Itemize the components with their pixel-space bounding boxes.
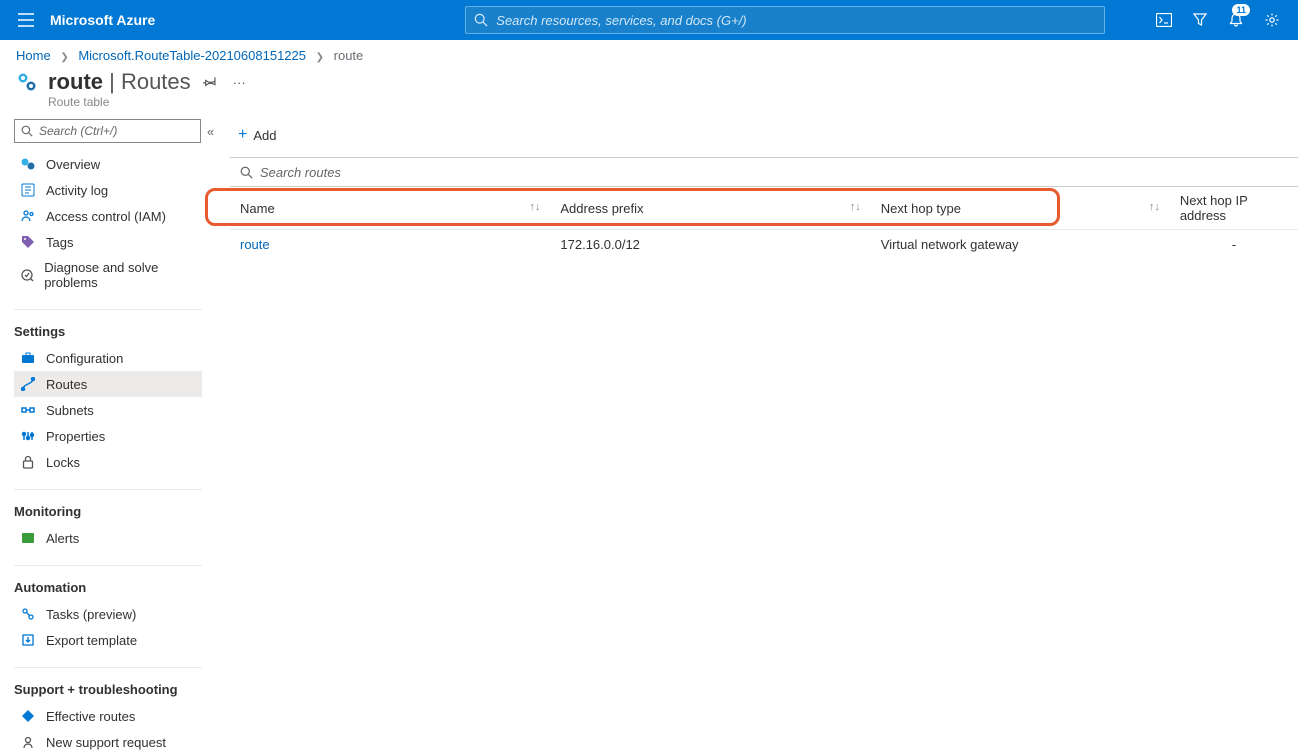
directory-filter-icon[interactable]	[1184, 0, 1216, 40]
sidebar-item-routes[interactable]: Routes	[14, 371, 202, 397]
brand-label[interactable]: Microsoft Azure	[50, 12, 155, 28]
tag-icon	[20, 234, 36, 250]
cell-hop-ip: -	[1170, 230, 1298, 260]
routes-icon	[20, 376, 36, 392]
page-title-sub: Routes	[121, 69, 191, 94]
chevron-right-icon: ❯	[54, 52, 74, 63]
support-icon	[20, 734, 36, 750]
sidebar-item-diagnose[interactable]: Diagnose and solve problems	[14, 255, 202, 295]
properties-icon	[20, 428, 36, 444]
chevron-right-icon: ❯	[310, 52, 330, 63]
breadcrumb: Home ❯ Microsoft.RouteTable-202106081512…	[0, 40, 1298, 63]
plus-icon: +	[238, 128, 247, 142]
sidebar-item-subnets[interactable]: Subnets	[14, 397, 202, 423]
routes-table: Name↑↓ Address prefix↑↓ Next hop type↑↓ …	[230, 187, 1298, 259]
notifications-badge: 11	[1232, 4, 1250, 16]
notifications-icon[interactable]: 11	[1220, 0, 1252, 40]
effective-routes-icon	[20, 708, 36, 724]
routes-search-input[interactable]	[260, 165, 1288, 180]
sidebar-item-properties[interactable]: Properties	[14, 423, 202, 449]
global-search-input[interactable]	[496, 13, 1096, 28]
main-content: + Add Name↑↓ Address prefix↑↓ Next hop t…	[210, 119, 1298, 755]
route-table-icon	[20, 156, 36, 172]
add-button[interactable]: + Add	[230, 124, 284, 147]
table-row[interactable]: route 172.16.0.0/12 Virtual network gate…	[230, 230, 1298, 260]
page-title-row: route | Routes ···	[0, 63, 1298, 97]
sidebar-item-locks[interactable]: Locks	[14, 449, 202, 475]
sidebar-search[interactable]	[14, 119, 201, 143]
lock-icon	[20, 454, 36, 470]
subnets-icon	[20, 402, 36, 418]
sidebar-section-settings: Settings	[14, 309, 202, 339]
sidebar-section-support: Support + troubleshooting	[14, 667, 202, 697]
pin-icon[interactable]	[199, 70, 221, 95]
tasks-icon	[20, 606, 36, 622]
breadcrumb-current: route	[334, 48, 364, 63]
sidebar-section-monitoring: Monitoring	[14, 489, 202, 519]
sidebar-item-new-support[interactable]: New support request	[14, 729, 202, 755]
alerts-icon	[20, 530, 36, 546]
column-prefix[interactable]: Address prefix↑↓	[550, 187, 870, 230]
column-name[interactable]: Name↑↓	[230, 187, 550, 230]
more-icon[interactable]: ···	[229, 71, 250, 94]
sidebar-item-iam[interactable]: Access control (IAM)	[14, 203, 202, 229]
global-search[interactable]	[465, 6, 1105, 34]
sidebar: « Overview Activity log Access control (…	[0, 119, 210, 755]
routes-search[interactable]	[230, 157, 1298, 187]
breadcrumb-routetable[interactable]: Microsoft.RouteTable-20210608151225	[78, 48, 306, 63]
sidebar-item-overview[interactable]: Overview	[14, 151, 202, 177]
search-icon	[474, 13, 488, 27]
cell-prefix: 172.16.0.0/12	[550, 230, 870, 260]
sidebar-item-tags[interactable]: Tags	[14, 229, 202, 255]
page-title: route | Routes	[48, 69, 191, 95]
cell-hop-type: Virtual network gateway	[871, 230, 1170, 260]
sort-icon: ↑↓	[529, 201, 540, 213]
topbar: Microsoft Azure 11	[0, 0, 1298, 40]
sidebar-item-activity-log[interactable]: Activity log	[14, 177, 202, 203]
cloud-shell-icon[interactable]	[1148, 0, 1180, 40]
sidebar-section-automation: Automation	[14, 565, 202, 595]
sidebar-item-export-template[interactable]: Export template	[14, 627, 202, 653]
toolbox-icon	[20, 350, 36, 366]
route-table-icon	[16, 70, 40, 94]
sidebar-item-tasks[interactable]: Tasks (preview)	[14, 601, 202, 627]
log-icon	[20, 182, 36, 198]
column-hop-type[interactable]: Next hop type↑↓	[871, 187, 1170, 230]
export-icon	[20, 632, 36, 648]
menu-toggle-icon[interactable]	[10, 13, 42, 27]
settings-icon[interactable]	[1256, 0, 1288, 40]
sidebar-item-configuration[interactable]: Configuration	[14, 345, 202, 371]
sort-icon: ↑↓	[1149, 201, 1160, 213]
sidebar-item-alerts[interactable]: Alerts	[14, 525, 202, 551]
diagnose-icon	[20, 267, 34, 283]
sort-icon: ↑↓	[850, 201, 861, 213]
sidebar-item-effective-routes[interactable]: Effective routes	[14, 703, 202, 729]
page-title-main: route	[48, 69, 103, 94]
toolbar: + Add	[230, 119, 1298, 151]
breadcrumb-home[interactable]: Home	[16, 48, 51, 63]
column-hop-ip[interactable]: Next hop IP address	[1170, 187, 1298, 230]
top-icons: 11	[1148, 0, 1288, 40]
cell-name[interactable]: route	[230, 230, 550, 260]
sidebar-search-input[interactable]	[39, 124, 194, 138]
page-subtitle: Route table	[0, 95, 1298, 109]
people-icon	[20, 208, 36, 224]
